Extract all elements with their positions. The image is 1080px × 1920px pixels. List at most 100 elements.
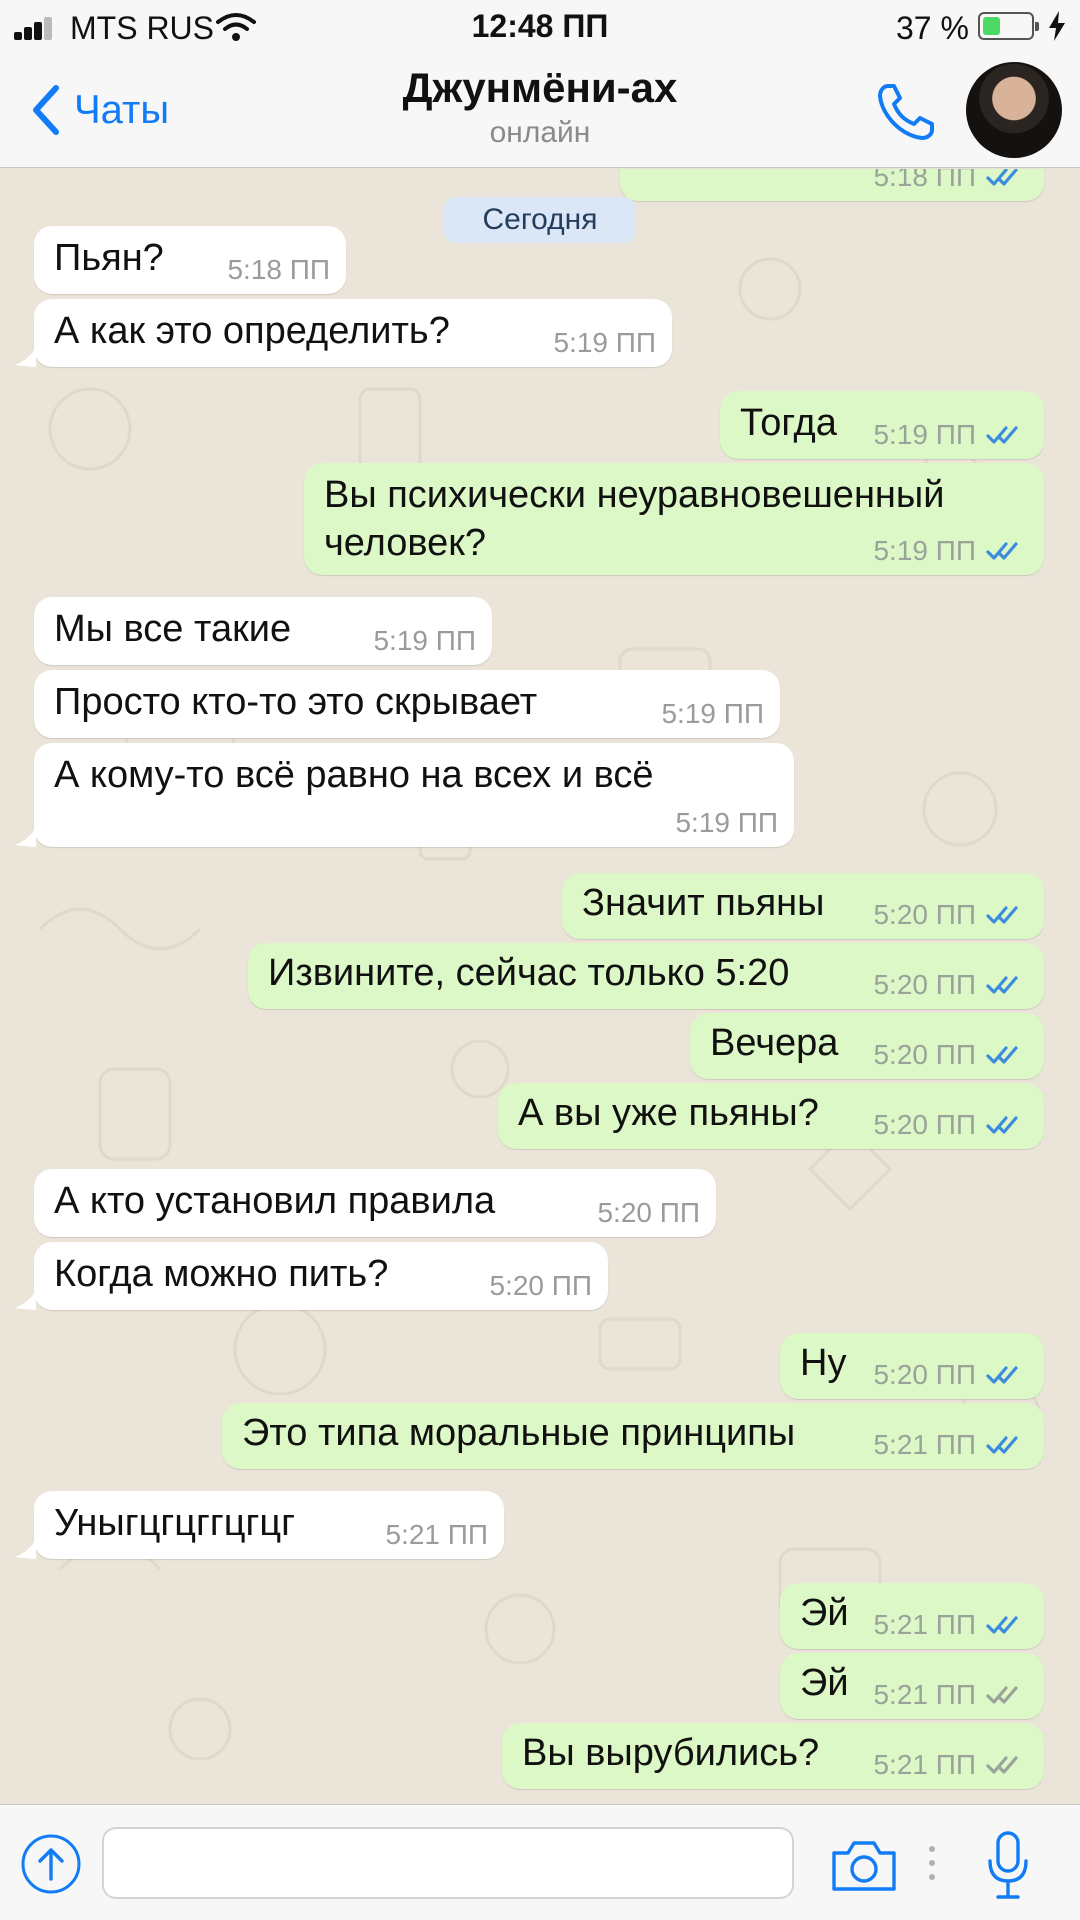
message-time: 5:20 ПП [489,1270,592,1301]
message-meta: 5:21 ПП [385,1519,488,1551]
message-meta: 5:20 ПП [873,1039,1028,1071]
bubble-tail [14,1539,36,1559]
double-check-icon [986,1366,1018,1384]
outgoing-message[interactable]: Эй 5:21 ПП [780,1653,1044,1719]
message-text: Эй [800,1662,849,1704]
outgoing-message[interactable]: А вы уже пьяны? 5:20 ПП [498,1083,1044,1149]
microphone-icon[interactable] [984,1829,1032,1901]
message-text: А как это определить? [54,310,450,352]
double-check-icon [986,1116,1018,1134]
message-time: 5:20 ПП [873,899,976,930]
message-meta: 5:19 ПП [675,807,778,839]
message-text: А кому-то всё равно на всех и всё [54,754,654,796]
message-time: 5:18 ПП [227,254,330,285]
date-divider: Сегодня [444,197,636,243]
message-meta: 5:20 ПП [873,899,1028,931]
message-list[interactable]: Вы пьяны? 5:18 ПП Сегодня Пьян? 5:18 ПП … [0,169,1080,1804]
bubble-tail [14,1290,36,1310]
message-meta: 5:18 ПП [873,169,1028,193]
message-text: А вы уже пьяны? [518,1092,819,1134]
message-meta: 5:19 ПП [873,419,1028,451]
incoming-message[interactable]: А как это определить? 5:19 ПП [34,299,672,367]
message-time: 5:19 ПП [675,807,778,838]
message-time: 5:19 ПП [661,698,764,729]
message-time: 5:20 ПП [873,1039,976,1070]
upload-icon[interactable] [20,1833,82,1895]
message-text: Пьян? [54,237,164,279]
double-check-icon [986,1046,1018,1064]
avatar[interactable] [966,62,1062,158]
double-check-icon [986,906,1018,924]
message-time: 5:21 ПП [873,1609,976,1640]
battery-percent: 37 % [896,10,969,46]
message-meta: 5:21 ПП [873,1679,1028,1711]
message-text: Вечера [710,1022,839,1064]
status-bar: MTS RUS 12:48 ПП 37 % [0,0,1080,54]
message-time: 5:18 ПП [873,169,976,192]
message-time: 5:20 ПП [597,1197,700,1228]
message-text: Значит пьяны [582,882,825,924]
incoming-message[interactable]: А кому-то всё равно на всех и всё 5:19 П… [34,743,794,847]
message-text: Просто кто-то это скрывает [54,681,538,723]
phone-icon[interactable] [874,80,938,144]
message-time: 5:19 ПП [873,419,976,450]
bubble-tail [14,827,36,847]
message-meta: 5:21 ПП [873,1609,1028,1641]
message-input[interactable] [102,1827,794,1899]
outgoing-message[interactable]: Ну 5:20 ПП [780,1333,1044,1399]
message-meta: 5:20 ПП [873,969,1028,1001]
message-text: Вы вырубились? [522,1732,820,1774]
double-check-icon [986,1616,1018,1634]
message-text: Мы все такие [54,608,292,650]
message-text: Вы психически неуравновешенный человек? [324,474,945,564]
double-check-icon [986,426,1018,444]
composer-bar [0,1804,1080,1920]
message-time: 5:21 ПП [873,1679,976,1710]
message-text: Тогда [740,402,837,444]
message-text: А кто установил правила [54,1180,496,1222]
outgoing-message[interactable]: Значит пьяны 5:20 ПП [562,873,1044,939]
message-meta: 5:19 ПП [873,535,1028,567]
message-time: 5:19 ПП [373,625,476,656]
bubble-tail [14,347,36,367]
message-time: 5:21 ПП [873,1429,976,1460]
double-check-icon [986,1686,1018,1704]
outgoing-message[interactable]: Извините, сейчас только 5:20 5:20 ПП [248,943,1044,1009]
incoming-message[interactable]: Мы все такие 5:19 ПП [34,597,492,665]
message-text: Вы пьяны? [642,169,836,181]
message-text: Уныгцгцггцгцг [54,1502,295,1544]
incoming-message[interactable]: Пьян? 5:18 ПП [34,226,346,294]
outgoing-message[interactable]: Тогда 5:19 ПП [720,391,1044,459]
message-time: 5:19 ПП [873,535,976,566]
double-check-icon [986,542,1018,560]
outgoing-message[interactable]: Вы психически неуравновешенный человек? … [304,463,1044,575]
incoming-message[interactable]: А кто установил правила 5:20 ПП [34,1169,716,1237]
double-check-icon [986,169,1018,186]
message-time: 5:20 ПП [873,969,976,1000]
outgoing-message[interactable]: Это типа моральные принципы 5:21 ПП [222,1403,1044,1469]
message-meta: 5:20 ПП [873,1359,1028,1391]
outgoing-message[interactable]: Вечера 5:20 ПП [690,1013,1044,1079]
camera-icon[interactable] [830,1837,898,1893]
message-text: Эй [800,1592,849,1634]
message-meta: 5:20 ПП [597,1197,700,1229]
message-text: Это типа моральные принципы [242,1412,796,1454]
message-text: Когда можно пить? [54,1253,389,1295]
double-check-icon [986,1436,1018,1454]
message-meta: 5:21 ПП [873,1749,1028,1781]
incoming-message[interactable]: Уныгцгцггцгцг 5:21 ПП [34,1491,504,1559]
incoming-message[interactable]: Когда можно пить? 5:20 ПП [34,1242,608,1310]
incoming-message[interactable]: Просто кто-то это скрывает 5:19 ПП [34,670,780,738]
outgoing-message[interactable]: Вы вырубились? 5:21 ПП [502,1723,1044,1789]
message-meta: 5:20 ПП [873,1109,1028,1141]
chat-header: Чаты Джунмёни-ах онлайн [0,54,1080,168]
outgoing-message[interactable]: Эй 5:21 ПП [780,1583,1044,1649]
message-meta: 5:20 ПП [489,1270,592,1302]
message-text: Извините, сейчас только 5:20 [268,952,790,994]
message-meta: 5:18 ПП [227,254,330,286]
message-meta: 5:19 ПП [373,625,476,657]
message-meta: 5:21 ПП [873,1429,1028,1461]
message-time: 5:21 ПП [385,1519,488,1550]
battery-icon [978,12,1039,40]
outgoing-message[interactable]: Вы пьяны? 5:18 ПП [620,169,1044,201]
